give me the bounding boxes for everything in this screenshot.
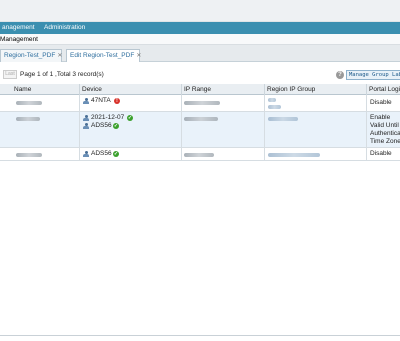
redacted-ip-range (184, 101, 220, 105)
table-row[interactable]: ADS56 ✓ Disable (0, 148, 400, 161)
ok-status-icon: ✓ (113, 123, 119, 129)
app-top-bar (0, 0, 400, 22)
redacted-name (16, 153, 42, 157)
column-header-device[interactable]: Device (79, 84, 102, 95)
column-header-ip-range[interactable]: IP Range (181, 84, 211, 95)
device-icon (83, 151, 89, 157)
menu-item-administration[interactable]: Administration (44, 22, 85, 34)
redacted-ip-group (268, 117, 298, 121)
portal-login-status: Disable (370, 99, 392, 106)
redacted-name (16, 117, 40, 121)
column-header-portal-login[interactable]: Portal Logi (366, 84, 400, 95)
redacted-ip-range (184, 117, 218, 121)
tab-label: Region-Test_PDF (4, 52, 56, 59)
help-icon[interactable]: ? (336, 71, 344, 79)
error-status-icon: ! (114, 98, 120, 104)
redacted-name (16, 101, 42, 105)
column-header-name[interactable]: Name (12, 84, 31, 95)
device-label: ADS56 (91, 122, 112, 129)
breadcrumb: Management (0, 34, 400, 45)
redacted-ip-group (268, 98, 276, 102)
portal-login-detail: Time Zone: (370, 138, 400, 145)
portal-login-detail: Valid Until (370, 122, 399, 129)
table-row[interactable]: 2021-12-07 ✓ ADS56 ✓ Enable Valid Until … (0, 112, 400, 148)
portal-login-status: Disable (370, 150, 392, 157)
device-label: ADS56 (91, 150, 112, 157)
table-header: Name Device IP Range Region IP Group Por… (0, 84, 400, 95)
redacted-ip-group (268, 153, 320, 157)
portal-login-detail: Authenticat (370, 130, 400, 137)
ok-status-icon: ✓ (113, 151, 119, 157)
portal-login-status: Enable (370, 114, 391, 121)
tab-edit-region-test-pdf[interactable]: Edit Region-Test_PDF ✕ (66, 49, 141, 62)
tab-label: Edit Region-Test_PDF (70, 52, 135, 59)
tab-strip: Region-Test_PDF ✕ Edit Region-Test_PDF ✕ (0, 45, 400, 62)
column-header-region-ip-group[interactable]: Region IP Group (264, 84, 315, 95)
tab-region-test-pdf[interactable]: Region-Test_PDF ✕ (0, 49, 62, 62)
device-icon (83, 115, 89, 121)
prev-page-button[interactable]: Last (3, 70, 17, 79)
main-menu-bar: anagement Administration (0, 22, 400, 34)
close-icon[interactable]: ✕ (136, 53, 141, 59)
close-icon[interactable]: ✕ (57, 53, 62, 59)
grid-toolbar: Last Page 1 of 1 ,Total 3 record(s) ? Ma… (0, 68, 400, 81)
redacted-ip-range (184, 153, 214, 157)
redacted-ip-group (268, 105, 281, 109)
device-label: 2021-12-07 (91, 114, 125, 121)
ok-status-icon: ✓ (127, 115, 133, 121)
table-row[interactable]: 47NTA ! Disable (0, 95, 400, 112)
device-icon (83, 123, 89, 129)
pager-status: Page 1 of 1 ,Total 3 record(s) (20, 71, 104, 78)
footer-divider (0, 335, 400, 336)
device-label: 47NTA (91, 97, 111, 104)
menu-item-management[interactable]: anagement (2, 22, 35, 34)
manage-group-label-button[interactable]: Manage Group Lab (346, 70, 400, 80)
device-icon (83, 98, 89, 104)
